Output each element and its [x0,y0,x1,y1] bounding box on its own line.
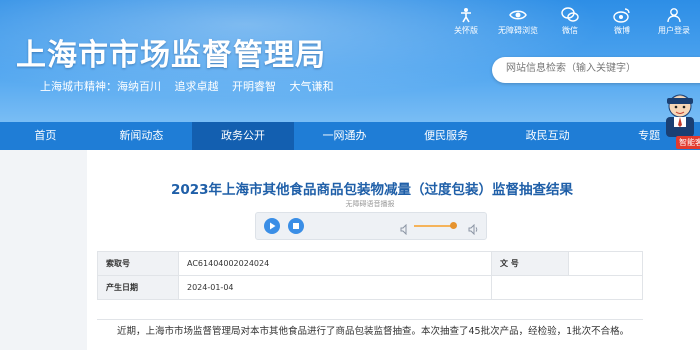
weibo-icon [613,6,631,24]
user-login-link[interactable]: 用户登录 [648,6,700,36]
care-version-link[interactable]: 关怀版 [440,6,492,36]
weibo-label: 微博 [614,26,630,35]
play-button[interactable] [264,218,280,234]
doc-number-label: 文 号 [491,251,569,276]
spirit-phrase: 开明睿智 [232,80,276,93]
accessibility-icon [457,6,475,24]
nav-interaction[interactable]: 政民互动 [497,122,599,150]
volume-low-icon[interactable] [400,220,410,239]
spirit-phrase: 上海城市精神：海纳百川 [40,80,161,93]
nav-news[interactable]: 新闻动态 [91,122,193,150]
eye-icon [509,6,527,24]
volume-slider[interactable] [414,225,454,227]
date-label: 产生日期 [97,275,179,300]
wechat-link[interactable]: 微信 [544,6,596,36]
volume-high-icon[interactable] [468,220,480,239]
article-panel: 2023年上海市其他食品商品包装物减量（过度包装）监督抽查结果 无障碍语音播报 … [87,150,700,350]
article-body: 近期，上海市市场监督管理局对本市其他食品进行了商品包装监督抽查。本次抽查了45批… [97,319,643,340]
nav-government-affairs[interactable]: 政务公开 [192,122,294,150]
player-label: 无障碍语音播报 [345,200,395,208]
meta-empty-cell [568,275,643,300]
accessible-browse-link[interactable]: 无障碍浏览 [492,6,544,36]
main-nav: 首页 新闻动态 政务公开 一网通办 便民服务 政民互动 专题 [0,122,700,150]
index-value: AC61404002024024 [178,251,492,276]
spirit-phrase: 大气谦和 [289,80,334,93]
smart-assistant-mascot[interactable]: 智能客 [660,92,700,150]
volume-knob[interactable] [450,222,457,229]
wechat-label: 微信 [562,26,578,35]
top-links: 关怀版 无障碍浏览 微信 微博 用户登录 [440,6,700,36]
smart-assistant-badge: 智能客 [676,136,700,149]
spirit-phrase: 追求卓越 [174,80,219,93]
site-title[interactable]: 上海市市场监督管理局 [16,30,326,74]
meta-empty-cell [491,275,569,300]
meta-row: 索取号 AC61404002024024 文 号 [97,251,643,276]
index-label: 索取号 [97,251,179,276]
site-header: 上海市市场监督管理局 上海城市精神：海纳百川 追求卓越 开明睿智 大气谦和 关怀… [0,0,700,122]
doc-number-value [568,251,643,276]
nav-public-service[interactable]: 便民服务 [395,122,497,150]
player-bar [255,212,487,240]
site-search[interactable] [492,57,700,83]
wechat-icon [561,6,579,24]
user-icon [665,6,683,24]
stop-icon [293,223,299,229]
play-icon [270,222,276,230]
city-spirit: 上海城市精神：海纳百川 追求卓越 开明睿智 大气谦和 [40,78,344,94]
search-input[interactable] [504,62,698,75]
meta-row: 产生日期 2024-01-04 [97,275,643,300]
user-login-label: 用户登录 [658,26,690,35]
article-meta-table: 索取号 AC61404002024024 文 号 产生日期 2024-01-04 [97,251,643,300]
stop-button[interactable] [288,218,304,234]
weibo-link[interactable]: 微博 [596,6,648,36]
date-value: 2024-01-04 [178,275,492,300]
article-title: 2023年上海市其他食品商品包装物减量（过度包装）监督抽查结果 [170,182,574,198]
accessible-browse-label: 无障碍浏览 [498,26,538,35]
nav-one-stop-service[interactable]: 一网通办 [294,122,396,150]
care-version-label: 关怀版 [454,26,478,35]
nav-home[interactable]: 首页 [0,122,91,150]
voice-player: 无障碍语音播报 [255,196,487,244]
